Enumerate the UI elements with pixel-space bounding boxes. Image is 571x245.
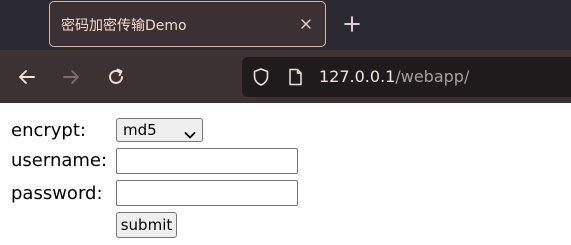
- arrow-right-icon[interactable]: [61, 67, 81, 87]
- page-icon[interactable]: [288, 68, 303, 86]
- username-label: username:: [11, 150, 108, 171]
- address-bar[interactable]: 127.0.0.1/webapp/: [242, 57, 571, 97]
- password-label: password:: [11, 183, 103, 204]
- navigation-bar: 127.0.0.1/webapp/: [0, 50, 571, 103]
- url-text[interactable]: 127.0.0.1/webapp/: [319, 67, 469, 86]
- encrypt-label: encrypt:: [11, 120, 86, 141]
- shield-icon[interactable]: [252, 67, 270, 87]
- username-input[interactable]: [116, 148, 298, 174]
- tab-bar: 密码加密传输Demo: [0, 0, 571, 50]
- url-path: /webapp/: [395, 67, 470, 86]
- page-content: encrypt: md5 username: password: submit: [0, 103, 571, 245]
- password-input[interactable]: [116, 180, 298, 206]
- encrypt-select[interactable]: md5: [116, 118, 203, 142]
- close-icon[interactable]: [299, 16, 313, 30]
- encrypt-select-value: md5: [123, 121, 157, 139]
- arrow-left-icon[interactable]: [17, 67, 37, 87]
- tab-title: 密码加密传输Demo: [61, 18, 187, 34]
- submit-button[interactable]: submit: [116, 212, 177, 238]
- browser-tab[interactable]: 密码加密传输Demo: [49, 1, 326, 47]
- reload-icon[interactable]: [106, 67, 126, 87]
- chevron-down-icon: [184, 125, 196, 139]
- plus-icon[interactable]: [343, 15, 361, 33]
- url-host: 127.0.0.1: [319, 67, 396, 86]
